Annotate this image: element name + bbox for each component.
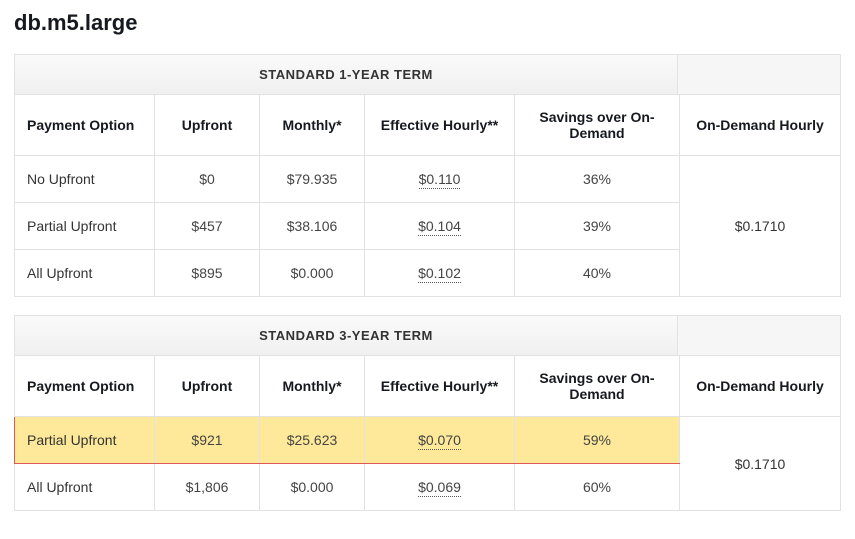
term-header-spacer [678,54,841,95]
col-upfront: Upfront [155,95,260,156]
col-payment: Payment Option [15,356,155,417]
term-title: STANDARD 3-YEAR TERM [14,315,678,356]
cell-payment: All Upfront [15,250,155,297]
cell-savings: 36% [515,156,680,203]
effective-hourly-value: $0.070 [418,432,461,450]
cell-ondemand: $0.1710 [680,156,841,297]
cell-monthly: $25.623 [260,417,365,464]
pricing-term-block: STANDARD 1-YEAR TERMPayment OptionUpfron… [14,54,841,297]
col-effective: Effective Hourly** [365,95,515,156]
effective-hourly-value: $0.069 [418,479,461,497]
col-savings: Savings over On-Demand [515,95,680,156]
cell-savings: 59% [515,417,680,464]
cell-payment: All Upfront [15,464,155,511]
effective-hourly-value: $0.110 [419,171,461,189]
term-header-spacer [678,315,841,356]
pricing-table: Payment OptionUpfrontMonthly*Effective H… [14,95,841,297]
cell-savings: 39% [515,203,680,250]
cell-upfront: $921 [155,417,260,464]
col-payment: Payment Option [15,95,155,156]
col-ondemand: On-Demand Hourly [680,95,841,156]
cell-payment: Partial Upfront [15,417,155,464]
cell-effective: $0.104 [365,203,515,250]
cell-upfront: $0 [155,156,260,203]
cell-ondemand: $0.1710 [680,417,841,511]
cell-effective: $0.110 [365,156,515,203]
cell-monthly: $38.106 [260,203,365,250]
cell-monthly: $0.000 [260,464,365,511]
col-effective: Effective Hourly** [365,356,515,417]
cell-effective: $0.102 [365,250,515,297]
col-ondemand: On-Demand Hourly [680,356,841,417]
cell-savings: 40% [515,250,680,297]
cell-upfront: $895 [155,250,260,297]
cell-monthly: $0.000 [260,250,365,297]
pricing-term-block: STANDARD 3-YEAR TERMPayment OptionUpfron… [14,315,841,511]
table-row: Partial Upfront$921$25.623$0.07059%$0.17… [15,417,841,464]
cell-payment: No Upfront [15,156,155,203]
cell-effective: $0.069 [365,464,515,511]
effective-hourly-value: $0.104 [418,218,461,236]
effective-hourly-value: $0.102 [418,265,461,283]
col-upfront: Upfront [155,356,260,417]
term-title: STANDARD 1-YEAR TERM [14,54,678,95]
col-savings: Savings over On-Demand [515,356,680,417]
col-monthly: Monthly* [260,356,365,417]
cell-savings: 60% [515,464,680,511]
cell-monthly: $79.935 [260,156,365,203]
cell-upfront: $457 [155,203,260,250]
cell-upfront: $1,806 [155,464,260,511]
page-title: db.m5.large [14,10,841,36]
col-monthly: Monthly* [260,95,365,156]
pricing-table: Payment OptionUpfrontMonthly*Effective H… [14,356,841,511]
cell-effective: $0.070 [365,417,515,464]
table-row: No Upfront$0$79.935$0.11036%$0.1710 [15,156,841,203]
cell-payment: Partial Upfront [15,203,155,250]
